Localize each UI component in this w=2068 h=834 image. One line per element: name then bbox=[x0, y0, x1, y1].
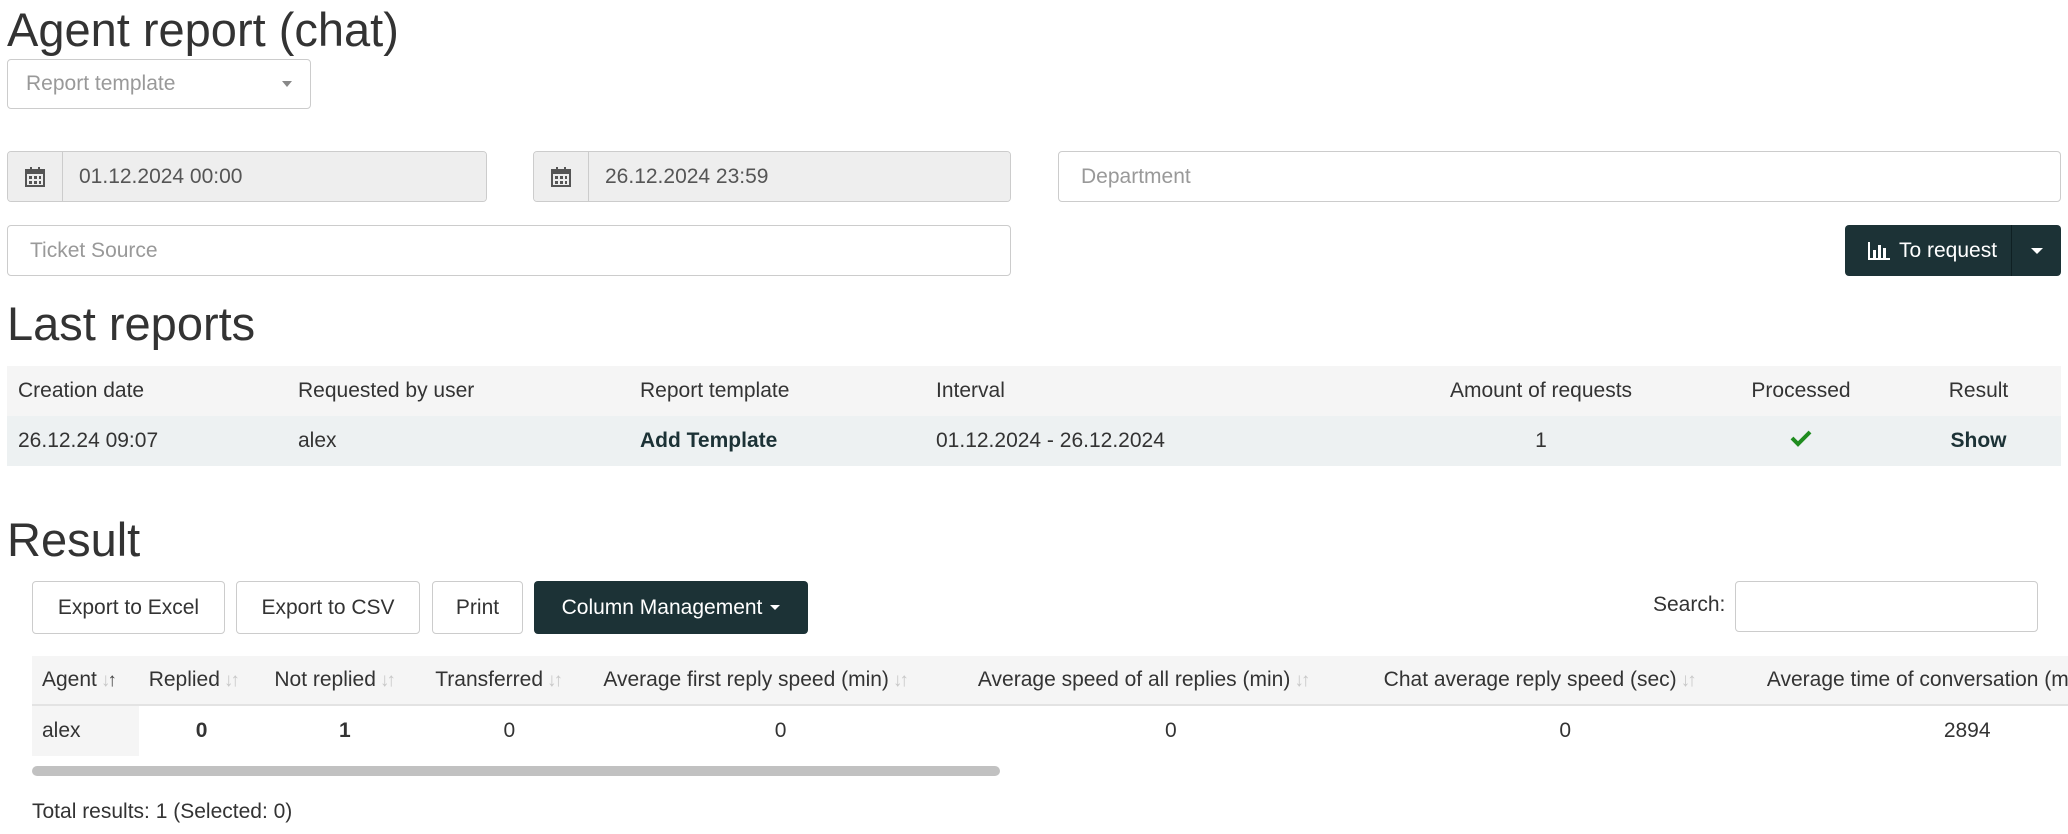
page-title: Agent report (chat) bbox=[7, 3, 399, 56]
date-from-input[interactable]: 01.12.2024 00:00 bbox=[63, 152, 486, 201]
date-to-input[interactable]: 26.12.2024 23:59 bbox=[589, 152, 1010, 201]
ticket-source-placeholder: Ticket Source bbox=[30, 238, 158, 262]
to-request-button[interactable]: To request bbox=[1845, 225, 2061, 276]
table-row: 26.12.24 09:07 alex Add Template 01.12.2… bbox=[7, 416, 2061, 466]
col-avg-conversation[interactable]: Average time of conversation (min)↓↑ bbox=[1757, 656, 2068, 705]
department-placeholder: Department bbox=[1081, 164, 1191, 188]
show-result-link[interactable]: Show bbox=[1896, 416, 2061, 466]
col-report-template: Report template bbox=[640, 379, 790, 402]
table-header-row: Creation date Requested by user Report t… bbox=[7, 366, 2061, 416]
total-results: Total results: 1 (Selected: 0) bbox=[32, 800, 293, 823]
col-interval: Interval bbox=[936, 379, 1005, 402]
date-to-field[interactable]: 26.12.2024 23:59 bbox=[533, 151, 1011, 202]
result-heading: Result bbox=[7, 513, 141, 566]
col-result: Result bbox=[1948, 379, 2009, 402]
last-reports-heading: Last reports bbox=[7, 297, 256, 350]
cell-amount: 1 bbox=[1535, 429, 1547, 452]
ticket-source-input[interactable]: Ticket Source bbox=[7, 225, 1011, 276]
col-transferred[interactable]: Transferred ↓↑ bbox=[425, 656, 593, 705]
report-template-select[interactable]: Report template bbox=[7, 59, 311, 109]
add-template-link[interactable]: Add Template bbox=[629, 416, 925, 466]
col-processed: Processed bbox=[1751, 379, 1851, 402]
check-icon bbox=[1790, 430, 1812, 447]
col-requested-by: Requested by user bbox=[298, 379, 475, 402]
to-request-main[interactable]: To request bbox=[1845, 225, 2011, 276]
report-template-placeholder: Report template bbox=[26, 72, 176, 95]
cell-avg-first-reply: 0 bbox=[774, 719, 787, 742]
export-csv-button[interactable]: Export to CSV bbox=[236, 581, 420, 634]
column-management-label: Column Management bbox=[561, 595, 763, 619]
cell-agent: alex bbox=[32, 705, 139, 756]
col-replied[interactable]: Replied ↓↑ bbox=[139, 656, 265, 705]
result-table-wrapper: Agent ↓↑ Replied ↓↑ Not replied ↓↑ Transfer… bbox=[32, 656, 2068, 761]
cell-processed bbox=[1706, 416, 1896, 466]
col-chat-avg-reply[interactable]: Chat average reply speed (sec) ↓↑ bbox=[1374, 656, 1757, 705]
department-input[interactable]: Department bbox=[1058, 151, 2061, 202]
table-row: alex 0 1 0 0 0 0 2894 bbox=[32, 705, 2068, 756]
cell-user: alex bbox=[298, 429, 337, 452]
result-table: Agent ↓↑ Replied ↓↑ Not replied ↓↑ Transfer… bbox=[32, 656, 2068, 756]
column-management-button[interactable]: Column Management bbox=[534, 581, 808, 634]
chevron-down-icon bbox=[282, 81, 292, 87]
col-agent[interactable]: Agent ↓↑ bbox=[32, 656, 139, 705]
search-input[interactable] bbox=[1735, 581, 2038, 632]
cell-transferred: 0 bbox=[503, 719, 516, 742]
col-amount: Amount of requests bbox=[1449, 379, 1633, 402]
col-avg-first-reply[interactable]: Average first reply speed (min) ↓↑ bbox=[593, 656, 968, 705]
to-request-label: To request bbox=[1899, 238, 1998, 262]
chevron-down-icon bbox=[770, 605, 781, 610]
chevron-down-icon bbox=[2030, 247, 2043, 254]
date-from-field[interactable]: 01.12.2024 00:00 bbox=[7, 151, 487, 202]
cell-not-replied[interactable]: 1 bbox=[264, 705, 425, 756]
cell-avg-all-replies: 0 bbox=[1164, 719, 1177, 742]
cell-replied[interactable]: 0 bbox=[139, 705, 265, 756]
cell-avg-conversation: 2894 bbox=[1943, 719, 1991, 742]
col-avg-all-replies[interactable]: Average speed of all replies (min) ↓↑ bbox=[968, 656, 1374, 705]
to-request-dropdown[interactable] bbox=[2011, 225, 2061, 276]
cell-chat-avg-reply: 0 bbox=[1559, 719, 1572, 742]
horizontal-scrollbar[interactable] bbox=[32, 766, 1000, 776]
col-not-replied[interactable]: Not replied ↓↑ bbox=[264, 656, 425, 705]
col-creation-date: Creation date bbox=[18, 379, 145, 402]
search-label: Search: bbox=[1653, 593, 1726, 616]
bar-chart-icon bbox=[1868, 241, 1890, 260]
export-excel-button[interactable]: Export to Excel bbox=[32, 581, 225, 634]
cell-creation-date: 26.12.24 09:07 bbox=[18, 429, 159, 452]
calendar-icon[interactable] bbox=[534, 152, 589, 201]
table-header-row: Agent ↓↑ Replied ↓↑ Not replied ↓↑ Transfer… bbox=[32, 656, 2068, 705]
last-reports-table: Creation date Requested by user Report t… bbox=[7, 366, 2061, 466]
cell-interval: 01.12.2024 - 26.12.2024 bbox=[936, 429, 1165, 452]
print-button[interactable]: Print bbox=[432, 581, 523, 634]
calendar-icon[interactable] bbox=[8, 152, 63, 201]
